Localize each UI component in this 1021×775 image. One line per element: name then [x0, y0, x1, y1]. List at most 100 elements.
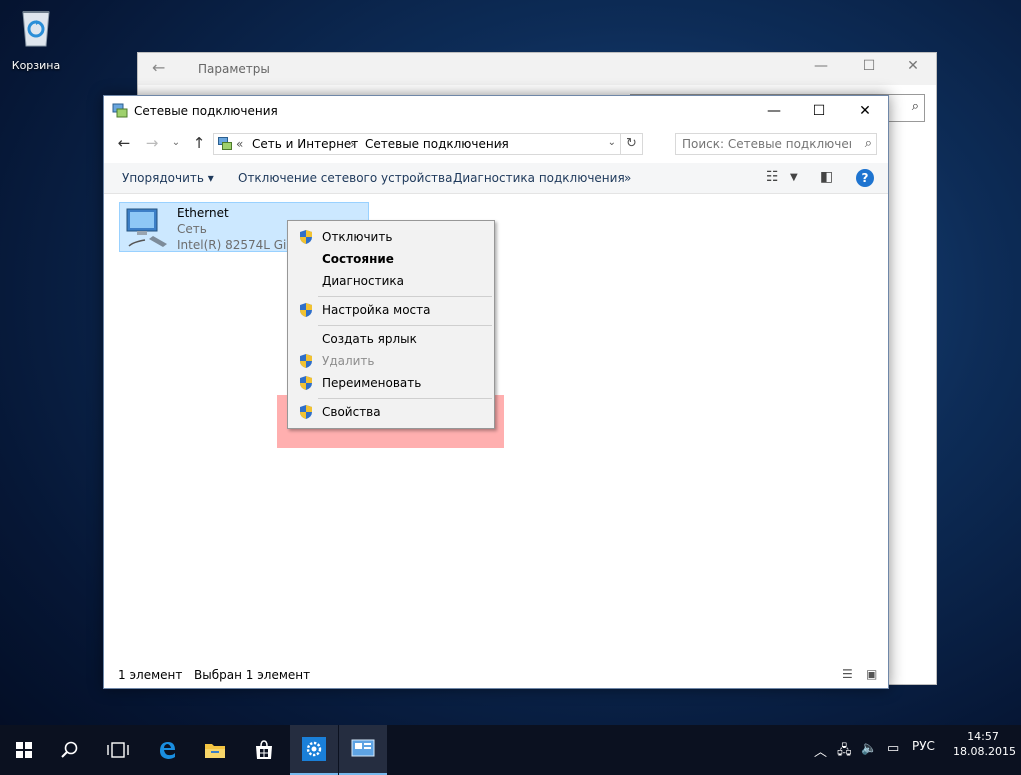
- large-icons-view-icon[interactable]: ▣: [866, 667, 877, 681]
- task-view-button[interactable]: [94, 725, 142, 775]
- close-icon[interactable]: ✕: [842, 96, 888, 126]
- settings-taskbar-button[interactable]: [290, 725, 338, 775]
- task-view-icon: [107, 742, 129, 758]
- settings-title: Параметры: [198, 62, 270, 76]
- menu-item-rename[interactable]: Переименовать: [288, 372, 494, 394]
- tray-network-icon[interactable]: 🖧: [837, 741, 852, 763]
- menu-item-properties[interactable]: Свойства: [288, 401, 494, 423]
- minimize-icon[interactable]: —: [751, 96, 797, 126]
- search-box[interactable]: ⌕: [675, 133, 877, 155]
- taskbar: ︿ 🖧 🔈 ▭ РУС 14:57 18.08.2015: [0, 725, 1021, 775]
- up-icon[interactable]: ↑: [189, 134, 209, 152]
- command-bar: Упорядочить ▾ Отключение сетевого устрой…: [104, 163, 888, 194]
- settings-maximize-icon[interactable]: ☐: [846, 58, 892, 74]
- selection-count: Выбран 1 элемент: [194, 668, 311, 682]
- menu-item-disable[interactable]: Отключить: [288, 226, 494, 248]
- breadcrumb-network-internet[interactable]: Сеть и Интернет: [252, 137, 358, 151]
- view-options-icon[interactable]: ☷: [766, 169, 779, 185]
- tray-overflow-icon[interactable]: ︿: [814, 741, 827, 760]
- uac-shield-icon: [300, 354, 312, 368]
- menu-item-label: Настройка моста: [322, 303, 431, 317]
- breadcrumb-chevron-icon[interactable]: ›: [350, 137, 355, 151]
- folder-icon: [205, 744, 225, 758]
- recycle-bin-icon: [22, 11, 50, 47]
- address-bar[interactable]: « Сеть и Интернет › Сетевые подключения …: [213, 133, 643, 155]
- menu-item-label: Свойства: [322, 405, 381, 419]
- context-menu: Отключить Состояние Диагностика Настройк…: [287, 220, 495, 429]
- explorer-titlebar[interactable]: Сетевые подключения — ☐ ✕: [104, 96, 888, 126]
- connection-name: Ethernet: [177, 206, 229, 220]
- network-connections-icon: [112, 103, 128, 118]
- menu-item-label: Создать ярлык: [322, 332, 417, 346]
- recent-dropdown-icon[interactable]: ⌄: [166, 137, 186, 148]
- back-arrow-icon[interactable]: ←: [152, 58, 165, 77]
- uac-shield-icon: [300, 303, 312, 317]
- menu-separator: [318, 398, 492, 399]
- menu-separator: [318, 325, 492, 326]
- address-dropdown-icon[interactable]: ⌄: [608, 137, 616, 148]
- recycle-bin-label: Корзина: [11, 59, 61, 72]
- explorer-title: Сетевые подключения: [134, 104, 278, 118]
- details-view-icon[interactable]: ☰: [842, 667, 853, 681]
- menu-item-label: Переименовать: [322, 376, 422, 390]
- menu-item-bridge[interactable]: Настройка моста: [288, 299, 494, 321]
- breadcrumb-overflow[interactable]: «: [236, 137, 243, 151]
- forward-icon[interactable]: →: [142, 134, 162, 152]
- network-connections-icon: [351, 739, 375, 757]
- menu-item-label: Отключить: [322, 230, 393, 244]
- edge-icon: [160, 742, 175, 759]
- maximize-icon[interactable]: ☐: [796, 96, 842, 126]
- clock-date: 18.08.2015: [953, 745, 1016, 758]
- file-explorer-button[interactable]: [191, 725, 239, 775]
- settings-close-icon[interactable]: ✕: [890, 58, 936, 74]
- search-icon: [61, 741, 78, 758]
- uac-shield-icon: [300, 376, 312, 390]
- search-icon: ⌕: [864, 136, 872, 151]
- edge-button[interactable]: [143, 725, 191, 775]
- settings-titlebar[interactable]: ← Параметры — ☐ ✕: [138, 53, 936, 85]
- menu-item-status[interactable]: Состояние: [288, 248, 494, 270]
- disable-device-button[interactable]: Отключение сетевого устройства: [238, 171, 452, 185]
- connection-type: Сеть: [177, 222, 207, 236]
- search-button[interactable]: [46, 725, 94, 775]
- network-folder-icon: [218, 137, 232, 150]
- breadcrumb-network-connections[interactable]: Сетевые подключения: [365, 137, 509, 151]
- help-icon[interactable]: ?: [856, 169, 874, 187]
- breadcrumb-chevron-icon[interactable]: ›: [498, 137, 503, 151]
- menu-separator: [318, 296, 492, 297]
- network-connections-taskbar-button[interactable]: [339, 725, 387, 775]
- menu-item-label: Состояние: [322, 252, 394, 266]
- network-adapter-icon: [126, 208, 167, 247]
- address-row: ← → ⌄ ↑ « Сеть и Интернет › Сетевые подк…: [104, 129, 888, 159]
- search-icon: ⌕: [911, 99, 919, 114]
- more-commands-button[interactable]: »: [624, 171, 631, 185]
- windows-logo-icon: [16, 742, 32, 758]
- uac-shield-icon: [300, 230, 312, 244]
- menu-item-delete[interactable]: Удалить: [288, 350, 494, 372]
- clock[interactable]: 14:57 18.08.2015: [953, 729, 1016, 759]
- organize-button[interactable]: Упорядочить ▾: [122, 171, 214, 185]
- search-input[interactable]: [676, 134, 851, 154]
- input-language[interactable]: РУС: [912, 739, 935, 753]
- uac-shield-icon: [300, 405, 312, 419]
- gear-icon: [302, 737, 326, 761]
- back-icon[interactable]: ←: [114, 134, 134, 152]
- clock-time: 14:57: [967, 730, 999, 743]
- diagnose-button[interactable]: Диагностика подключения: [453, 171, 625, 185]
- tray-notification-icon[interactable]: ▭: [887, 741, 899, 756]
- explorer-window[interactable]: Сетевые подключения — ☐ ✕ ← → ⌄ ↑ « Сеть…: [103, 95, 889, 689]
- menu-item-label: Удалить: [322, 354, 375, 368]
- settings-minimize-icon[interactable]: —: [798, 58, 844, 74]
- refresh-icon[interactable]: ↻: [620, 134, 642, 154]
- start-button[interactable]: [0, 725, 48, 775]
- menu-item-create-shortcut[interactable]: Создать ярлык: [288, 328, 494, 350]
- preview-pane-icon[interactable]: ◧: [820, 169, 833, 185]
- recycle-bin[interactable]: Корзина: [8, 6, 64, 72]
- tray-volume-icon[interactable]: 🔈: [861, 741, 877, 756]
- status-bar: 1 элемент Выбран 1 элемент ☰ ▣: [104, 662, 888, 688]
- store-icon: [256, 740, 272, 759]
- store-button[interactable]: [240, 725, 288, 775]
- menu-item-diagnostics[interactable]: Диагностика: [288, 270, 494, 292]
- menu-item-label: Диагностика: [322, 274, 405, 288]
- view-dropdown-icon[interactable]: ▼: [790, 172, 798, 183]
